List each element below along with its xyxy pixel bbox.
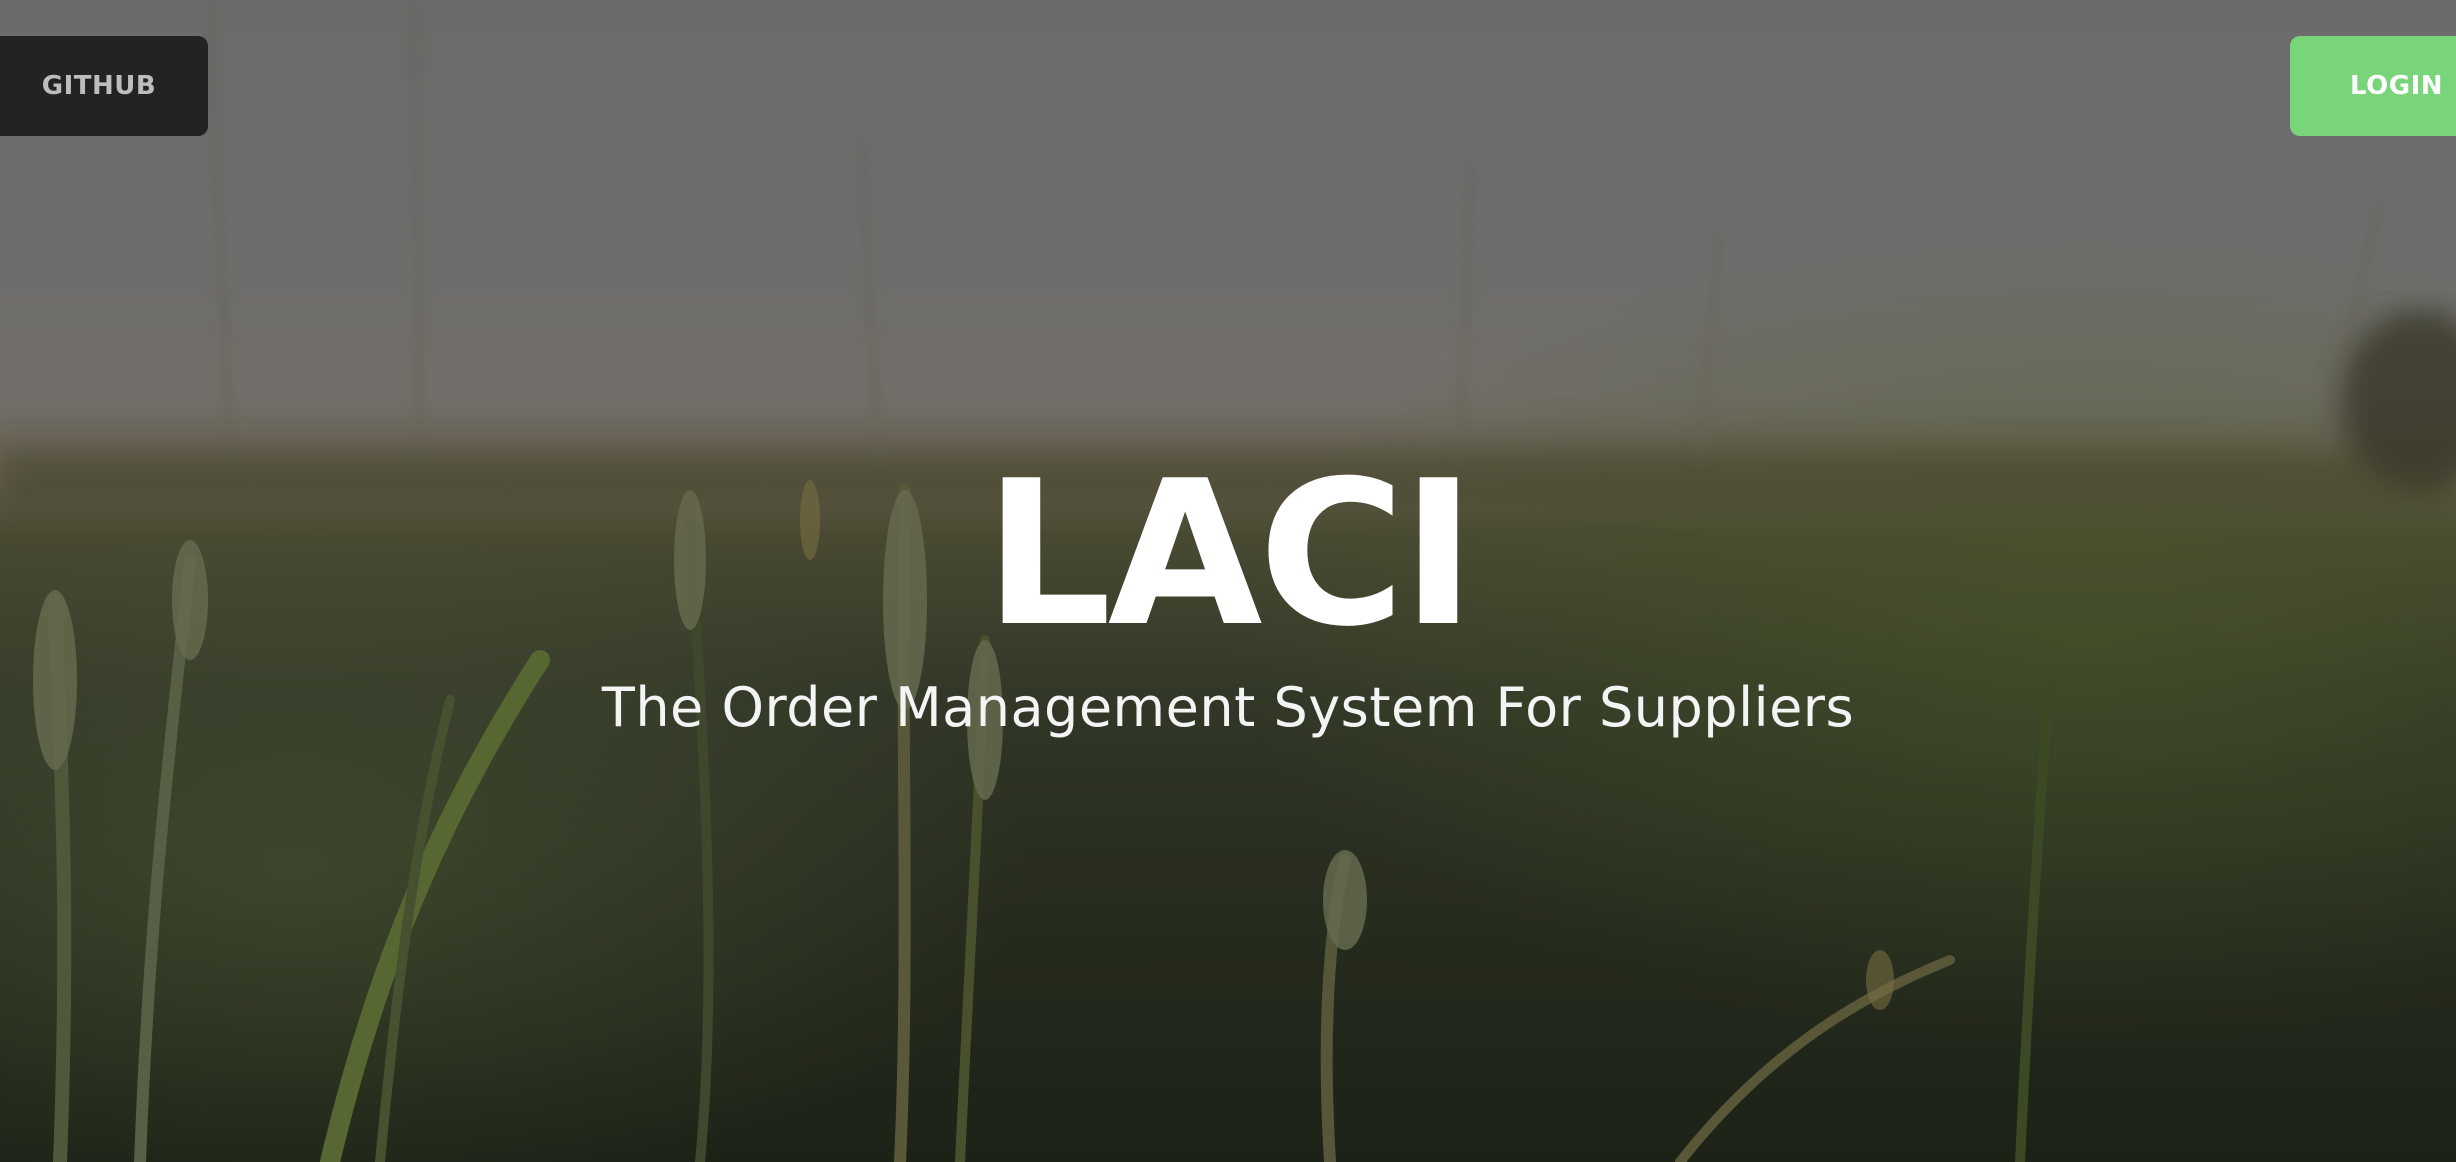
hero-content: LACI The Order Management System For Sup… <box>0 455 2456 743</box>
page-subtitle: The Order Management System For Supplier… <box>601 676 1855 739</box>
page-title: LACI <box>984 438 1475 671</box>
github-button-label: GITHUB <box>41 71 157 101</box>
login-button[interactable]: LOGIN <box>2290 36 2456 136</box>
hero-section: GITHUB LOGIN LACI The Order Management S… <box>0 0 2456 1162</box>
github-button[interactable]: GITHUB <box>0 36 208 136</box>
login-button-label: LOGIN <box>2350 71 2444 101</box>
